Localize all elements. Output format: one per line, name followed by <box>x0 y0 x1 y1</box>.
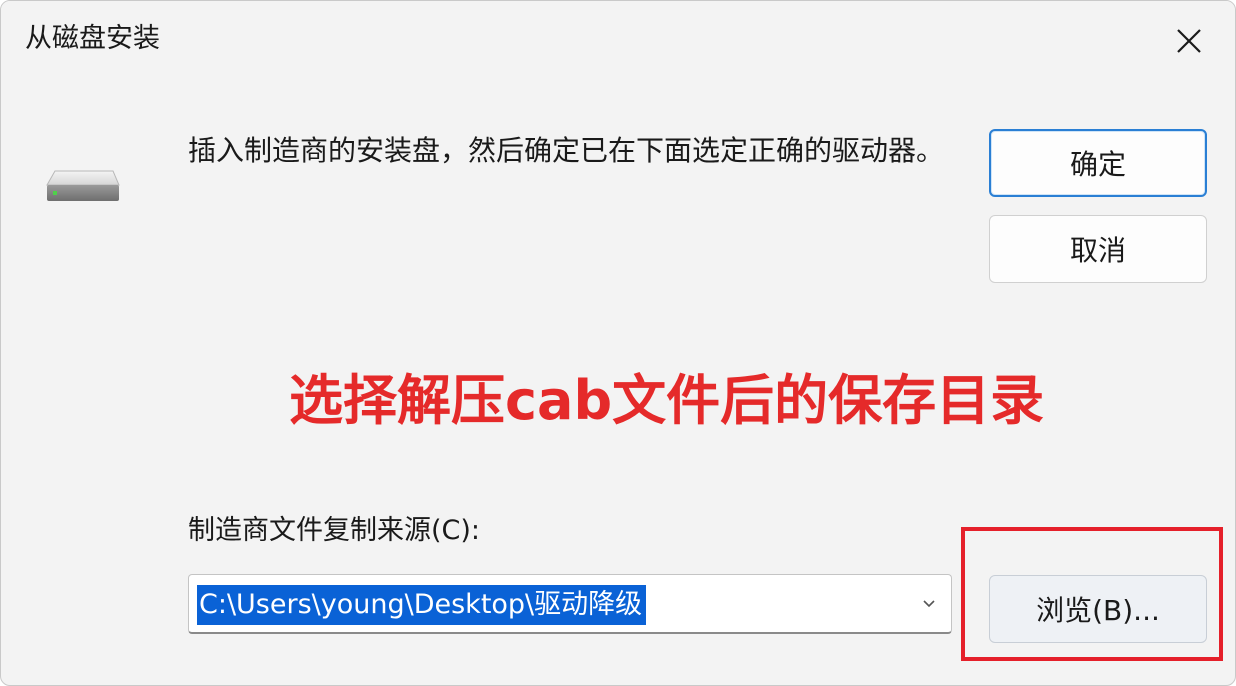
annotation-highlight-box <box>961 527 1223 661</box>
source-label: 制造商文件复制来源(C): <box>188 515 481 546</box>
chevron-down-icon[interactable] <box>921 595 937 611</box>
annotation-text: 选择解压cab文件后的保存目录 <box>289 369 1045 432</box>
close-icon <box>1177 29 1201 53</box>
cancel-button[interactable]: 取消 <box>989 215 1207 283</box>
install-from-disk-dialog: 从磁盘安装 插入制造商的安装盘，然后确定已在下面选定正确的驱动器。 确定 取消 … <box>0 0 1236 686</box>
source-path-input[interactable]: C:\Users\young\Desktop\驱动降级 <box>197 585 647 625</box>
source-path-combobox[interactable]: C:\Users\young\Desktop\驱动降级 <box>188 574 952 634</box>
title-bar: 从磁盘安装 <box>1 1 1235 83</box>
instruction-text: 插入制造商的安装盘，然后确定已在下面选定正确的驱动器。 <box>188 134 945 167</box>
dialog-title: 从磁盘安装 <box>25 23 160 54</box>
ok-button[interactable]: 确定 <box>989 129 1207 197</box>
disk-drive-icon <box>46 170 120 201</box>
close-button[interactable] <box>1165 19 1213 63</box>
